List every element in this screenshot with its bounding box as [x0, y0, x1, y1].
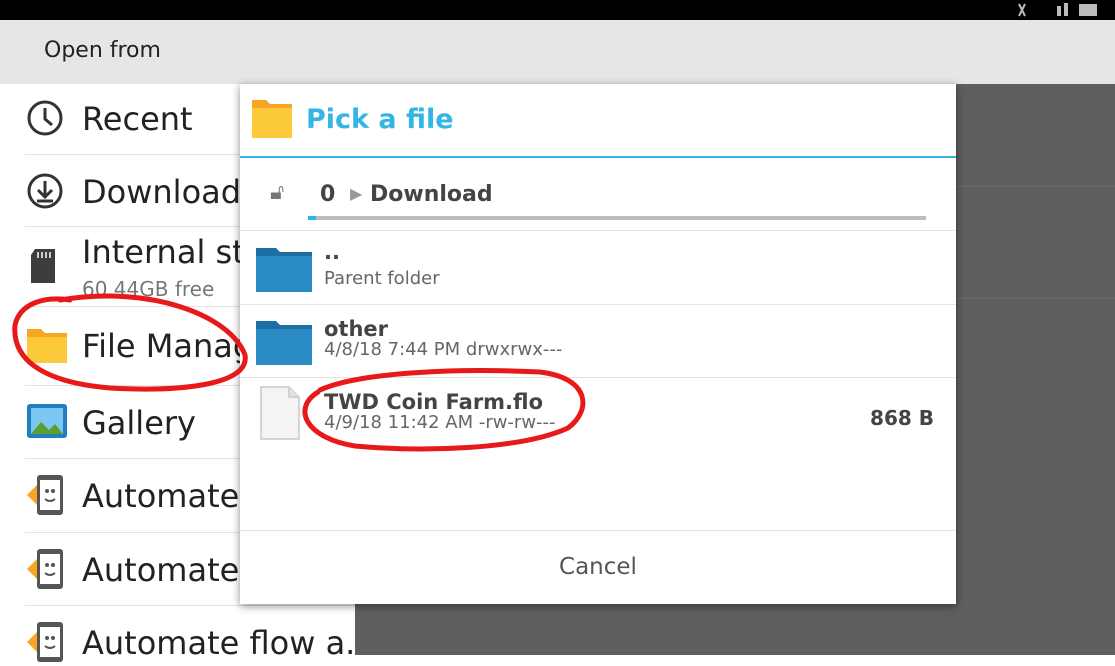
dialog-header: Pick a file	[240, 84, 956, 158]
dialog-title: Pick a file	[306, 104, 454, 135]
file-icon	[260, 386, 300, 440]
automate-icon	[27, 622, 63, 662]
file-meta: 4/8/18 7:44 PM drwxrwx---	[324, 339, 563, 360]
sidebar-item-label: Gallery	[82, 404, 196, 442]
clock-icon	[27, 100, 63, 136]
title-bar: Open from	[0, 20, 1115, 84]
gallery-icon	[27, 404, 67, 438]
sidebar-item-label: Automate f	[82, 477, 261, 515]
file-meta: 4/9/18 11:42 AM -rw-rw---	[324, 412, 556, 433]
breadcrumb-scrollbar[interactable]	[308, 216, 926, 220]
file-size: 868 B	[870, 406, 934, 430]
breadcrumb-download[interactable]: Download	[370, 182, 493, 207]
sidebar-item-label: Downloads	[82, 173, 258, 211]
file-row-twd[interactable]: TWD Coin Farm.flo 4/9/18 11:42 AM -rw-rw…	[240, 378, 956, 450]
cancel-button[interactable]: Cancel	[240, 531, 956, 605]
sidebar-item-label: File Manag	[82, 327, 254, 365]
unlock-icon[interactable]: 🔓︎	[270, 180, 284, 205]
automate-icon	[27, 475, 63, 515]
chevron-right-icon: ▶	[350, 184, 363, 203]
dialog-footer: Cancel	[240, 530, 956, 605]
breadcrumb-root[interactable]: 0	[320, 182, 335, 207]
file-name: ..	[324, 240, 340, 264]
sidebar-item-label: Internal sto	[82, 233, 265, 271]
file-row-other[interactable]: other 4/8/18 7:44 PM drwxrwx---	[240, 305, 956, 378]
sidebar-item-label: Automate flow a...	[82, 624, 376, 662]
sd-card-icon	[31, 249, 55, 283]
free-space-text: 60.44GB free	[82, 277, 215, 301]
sidebar-item-label: Recent	[82, 100, 193, 138]
pick-file-dialog: Pick a file 🔓︎ 0 ▶ Download .. Parent fo…	[240, 84, 956, 604]
file-row-parent[interactable]: .. Parent folder	[240, 232, 956, 305]
sidebar-item-label: Automate f	[82, 551, 261, 589]
sidebar-item-automate-3[interactable]: Automate flow a...	[25, 606, 376, 666]
breadcrumb: 🔓︎ 0 ▶ Download	[240, 158, 956, 231]
file-name: other	[324, 317, 389, 341]
folder-icon	[252, 100, 292, 138]
file-meta: Parent folder	[324, 268, 440, 289]
automate-icon	[27, 549, 63, 589]
folder-icon	[256, 321, 312, 365]
file-name: TWD Coin Farm.flo	[324, 390, 544, 414]
folder-icon	[27, 329, 67, 363]
status-bar	[0, 0, 1115, 20]
page-title: Open from	[44, 38, 161, 63]
folder-icon	[256, 248, 312, 292]
status-icons	[1018, 3, 1097, 17]
download-icon	[27, 173, 63, 209]
